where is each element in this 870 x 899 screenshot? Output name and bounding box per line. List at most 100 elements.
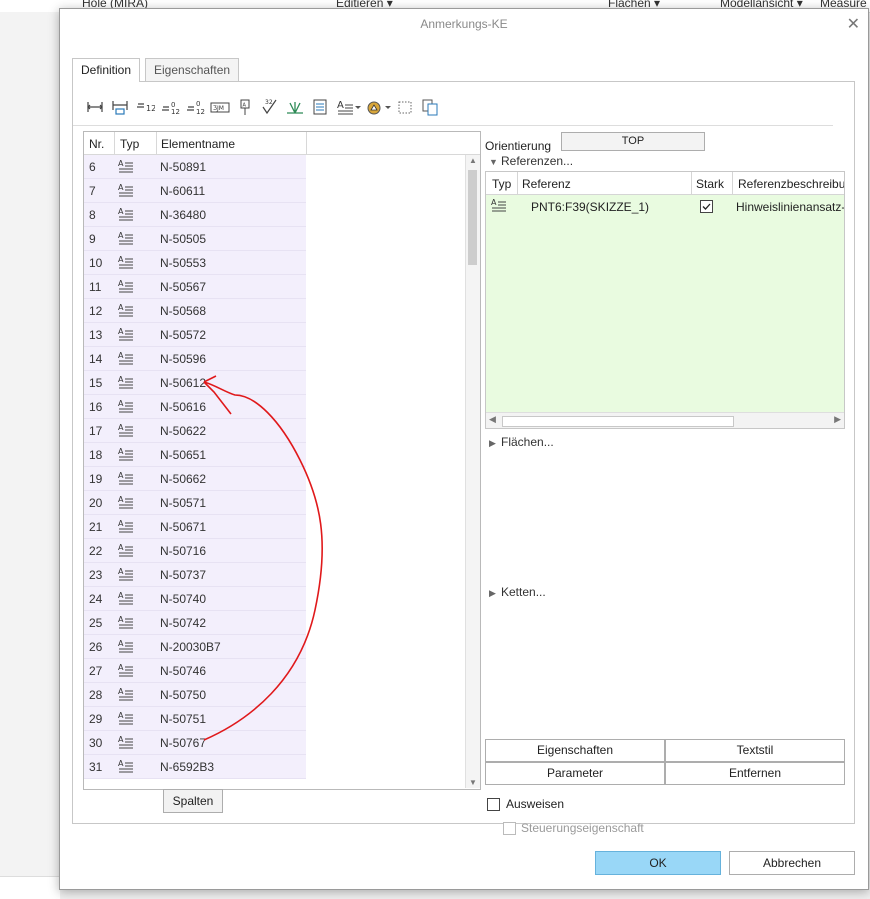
list-item[interactable]: 22 A N-50716 <box>84 539 465 563</box>
svg-text:A: A <box>118 471 124 480</box>
strong-checkbox[interactable] <box>700 200 713 213</box>
list-item[interactable]: 6 A N-50891 <box>84 155 465 179</box>
item-name: N-50505 <box>160 232 207 246</box>
parameters-button[interactable]: Parameter <box>485 762 665 785</box>
chevron-right-icon: ▶ <box>489 438 496 448</box>
item-name: N-50740 <box>160 592 207 606</box>
element-list[interactable]: Nr. Typ Elementname 6 A N-50891 7 A N-60611 8 A… <box>83 131 481 790</box>
cancel-button[interactable]: Abbrechen <box>729 851 855 875</box>
dialog-title: Anmerkungs-KE <box>420 17 508 31</box>
item-number: 27 <box>89 664 103 678</box>
surfaces-section-toggle[interactable]: ▶ Flächen... <box>489 435 554 449</box>
note-type-icon: A <box>118 759 134 773</box>
reference-table[interactable]: Typ Referenz Stark Referenzbeschreibu A … <box>485 171 845 429</box>
tab-properties[interactable]: Eigenschaften <box>145 58 240 81</box>
column-header-description[interactable]: Referenzbeschreibu <box>738 177 844 191</box>
show-checkbox[interactable] <box>487 798 500 811</box>
column-header-typ[interactable]: Typ <box>120 137 139 151</box>
list-item[interactable]: 13 A N-50572 <box>84 323 465 347</box>
dimension-icon[interactable] <box>85 97 105 117</box>
column-header-typ[interactable]: Typ <box>492 177 511 191</box>
reference-table-hscrollbar[interactable]: ◀ ▶ <box>486 412 844 428</box>
list-item[interactable]: 27 A N-50746 <box>84 659 465 683</box>
list-item[interactable]: 26 A N-20030B7 <box>84 635 465 659</box>
svg-text:A: A <box>118 663 124 672</box>
properties-button[interactable]: Eigenschaften <box>485 739 665 762</box>
control-property-checkbox <box>503 822 516 835</box>
list-item[interactable]: 31 A N-6592B3 <box>84 755 465 779</box>
list-item[interactable]: 29 A N-50751 <box>84 707 465 731</box>
list-item[interactable]: 10 A N-50553 <box>84 251 465 275</box>
item-name: N-50751 <box>160 712 207 726</box>
ok-button[interactable]: OK <box>595 851 721 875</box>
list-item[interactable]: 30 A N-50767 <box>84 731 465 755</box>
symbol-icon[interactable] <box>285 97 305 117</box>
note-icon[interactable]: A <box>335 97 355 117</box>
list-item[interactable]: 25 A N-50742 <box>84 611 465 635</box>
note-type-icon: A <box>118 447 134 461</box>
references-section-toggle[interactable]: ▼ Referenzen... <box>489 154 573 168</box>
remove-button[interactable]: Entfernen <box>665 762 845 785</box>
svg-text:12: 12 <box>196 108 205 116</box>
datum-feature-icon[interactable]: ƷJM <box>210 97 230 117</box>
list-item[interactable]: 18 A N-50651 <box>84 443 465 467</box>
list-item[interactable]: 15 A N-50612 <box>84 371 465 395</box>
list-item[interactable]: 28 A N-50750 <box>84 683 465 707</box>
list-item[interactable]: 7 A N-60611 <box>84 179 465 203</box>
chains-section-toggle[interactable]: ▶ Ketten... <box>489 585 546 599</box>
list-item[interactable]: 17 A N-50622 <box>84 419 465 443</box>
column-header-referenz[interactable]: Referenz <box>522 177 571 191</box>
list-item[interactable]: 23 A N-50737 <box>84 563 465 587</box>
list-item[interactable]: 14 A N-50596 <box>84 347 465 371</box>
item-number: 17 <box>89 424 103 438</box>
scrollbar-thumb[interactable] <box>468 170 477 265</box>
column-header-stark[interactable]: Stark <box>696 177 724 191</box>
item-name: N-50742 <box>160 616 207 630</box>
datum-tolerance-icon[interactable]: 0 12 <box>160 97 180 117</box>
list-item[interactable]: 20 A N-50571 <box>84 491 465 515</box>
geometric-tolerance-icon[interactable]: 12 <box>135 97 156 117</box>
svg-text:A: A <box>118 639 124 648</box>
weld-symbol-icon[interactable] <box>365 97 385 117</box>
item-number: 19 <box>89 472 103 486</box>
table-icon[interactable] <box>310 97 330 117</box>
dialog-titlebar[interactable]: Anmerkungs-KE ✕ <box>60 9 868 37</box>
list-item[interactable]: 12 A N-50568 <box>84 299 465 323</box>
list-item[interactable]: 9 A N-50505 <box>84 227 465 251</box>
reference-table-header: Typ Referenz Stark Referenzbeschreibu <box>486 172 844 195</box>
text-style-button[interactable]: Textstil <box>665 739 845 762</box>
select-box-icon[interactable] <box>395 97 415 117</box>
list-scrollbar[interactable]: ▲ ▼ <box>465 155 480 788</box>
annotation-toolbar: 12 0 12 0 12 ƷJM A 32 A <box>85 97 845 119</box>
list-item[interactable]: 11 A N-50567 <box>84 275 465 299</box>
reference-dimension-icon[interactable] <box>110 97 130 117</box>
weld-dropdown-icon[interactable] <box>383 97 393 117</box>
note-type-icon: A <box>491 198 506 212</box>
column-header-nr[interactable]: Nr. <box>89 137 104 151</box>
note-type-icon: A <box>118 567 134 581</box>
column-header-elementname[interactable]: Elementname <box>161 137 235 151</box>
note-dropdown-icon[interactable] <box>353 97 363 117</box>
copy-icon[interactable] <box>420 97 440 117</box>
list-item[interactable]: 8 A N-36480 <box>84 203 465 227</box>
driven-dimension-icon[interactable]: 0 12 <box>185 97 205 117</box>
svg-text:A: A <box>243 103 247 109</box>
reference-row[interactable]: A PNT6:F39(SKIZZE_1) Hinweislinienansatz… <box>486 195 844 217</box>
datum-target-icon[interactable]: A <box>235 97 255 117</box>
columns-button[interactable]: Spalten <box>163 789 223 813</box>
orientation-button[interactable]: TOP <box>561 132 705 151</box>
item-name: N-60611 <box>160 184 206 198</box>
surface-finish-icon[interactable]: 32 <box>260 97 280 117</box>
item-number: 20 <box>89 496 103 510</box>
list-item[interactable]: 16 A N-50616 <box>84 395 465 419</box>
item-number: 31 <box>89 760 103 774</box>
scrollbar-thumb[interactable] <box>502 416 734 427</box>
item-name: N-50616 <box>160 400 207 414</box>
close-icon[interactable]: ✕ <box>847 14 860 34</box>
list-item[interactable]: 21 A N-50671 <box>84 515 465 539</box>
svg-text:A: A <box>118 543 124 552</box>
note-type-icon: A <box>118 639 134 653</box>
list-item[interactable]: 19 A N-50662 <box>84 467 465 491</box>
list-item[interactable]: 24 A N-50740 <box>84 587 465 611</box>
tab-definition[interactable]: Definition <box>72 58 141 82</box>
